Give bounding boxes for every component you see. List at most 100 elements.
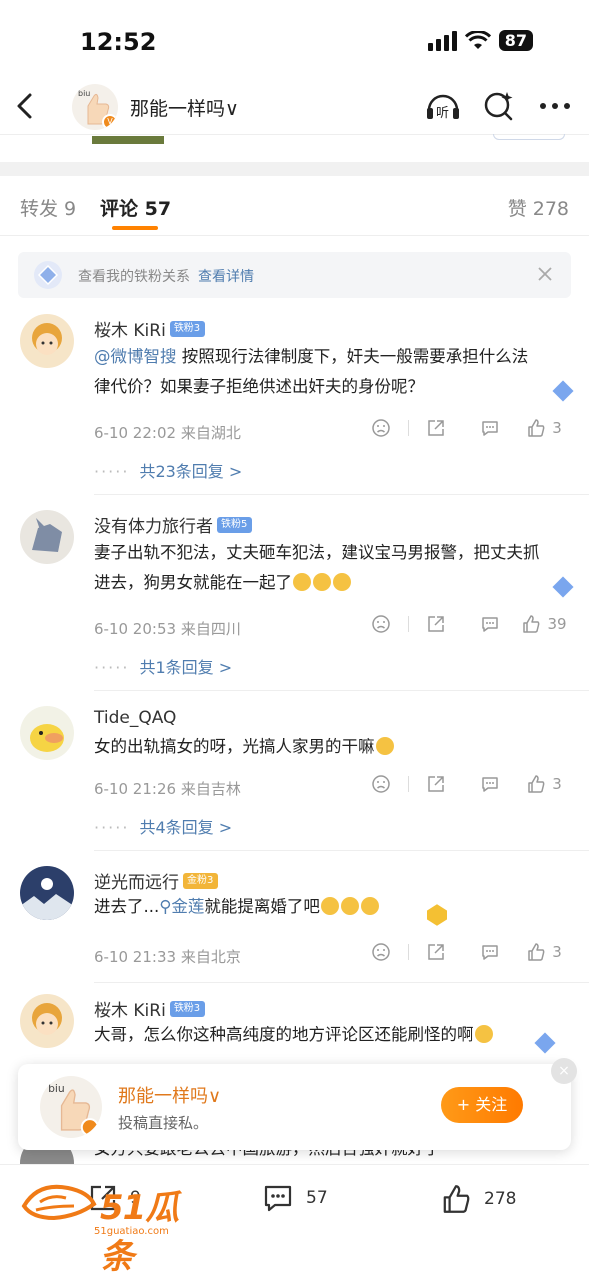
comment-meta: 6-10 22:02 来自湖北 <box>94 424 241 442</box>
thumbs-up-icon <box>443 1185 470 1213</box>
status-time: 12:52 <box>80 28 157 56</box>
close-icon[interactable] <box>535 264 555 284</box>
vip-diamond-icon <box>531 1029 559 1057</box>
author-name[interactable]: 那能一样吗∨ <box>130 94 239 121</box>
share-icon[interactable] <box>409 418 463 438</box>
commenter-avatar[interactable] <box>20 866 74 920</box>
fan-level-badge: 铁粉3 <box>169 321 206 337</box>
smart-search-icon[interactable] <box>481 90 517 122</box>
laughing-emoji-icon <box>320 896 339 915</box>
thumbs-up-icon <box>528 943 545 961</box>
dislike-face-icon[interactable] <box>354 774 408 794</box>
tab-forward[interactable]: 转发 9 <box>20 194 76 221</box>
share-icon[interactable] <box>409 614 463 634</box>
reply-comment-icon[interactable] <box>463 418 517 438</box>
comment-actions: 3 <box>354 942 571 962</box>
reply-comment-icon[interactable] <box>463 614 517 634</box>
comment-count: 57 <box>306 1188 328 1208</box>
comment-icon <box>264 1185 292 1212</box>
reply-comment-icon[interactable] <box>463 774 517 794</box>
author-avatar[interactable]: biu <box>40 1076 102 1138</box>
comment-line: 妻子出轨不犯法，丈夫砸车犯法，建议宝马男报警，把丈夫抓 <box>94 543 540 562</box>
watermark-logo-icon <box>21 1184 97 1221</box>
author-name[interactable]: 那能一样吗∨ <box>118 1082 221 1108</box>
comment-actions: 39 <box>354 614 571 634</box>
nav-actions: 听 <box>425 90 573 122</box>
comment-meta: 6-10 21:26 来自吉林 <box>94 780 241 798</box>
commenter-avatar[interactable] <box>20 994 74 1048</box>
author-avatar[interactable]: biu V <box>72 84 118 130</box>
comment-text: 大哥，怎么你这种高纯度的地方评论区还能刷怪的啊 <box>90 1018 564 1050</box>
divider <box>94 982 589 983</box>
tab-likes[interactable]: 赞 278 <box>508 194 569 221</box>
commenter-avatar[interactable] <box>20 314 74 368</box>
like-button[interactable]: 39 <box>517 614 571 634</box>
thumbs-up-icon <box>528 419 545 437</box>
comment-line: 就能提离婚了吧 <box>204 897 320 916</box>
doge-emoji-icon <box>293 572 311 591</box>
comment-text: 进去了...⚲金莲就能提离婚了吧 <box>90 890 564 922</box>
commenter-avatar[interactable] <box>20 510 74 564</box>
divider <box>94 690 589 691</box>
divider <box>94 494 589 495</box>
listen-headphones-icon[interactable]: 听 <box>425 90 461 122</box>
dislike-face-icon[interactable] <box>354 942 408 962</box>
comment-line: 进去，狗男女就能在一起了 <box>94 573 292 592</box>
follow-author-card: biu 那能一样吗∨ 投稿直接私。 + 关注 × <box>18 1058 577 1150</box>
commenter-name[interactable]: 桜木 KiRi 铁粉3 <box>94 316 206 341</box>
comment-button[interactable]: 57 <box>262 1183 328 1213</box>
fan-bar-label: 查看我的铁粉关系 <box>78 269 190 285</box>
reply-comment-icon[interactable] <box>463 942 517 962</box>
signal-icon <box>427 30 457 51</box>
laughing-emoji-icon <box>340 896 359 915</box>
mention-link[interactable]: @微博智搜 <box>94 347 177 366</box>
status-bar: 12:52 87 <box>0 0 589 80</box>
laughing-emoji-icon <box>474 1024 493 1043</box>
fan-bar-link[interactable]: 查看详情 <box>198 269 254 285</box>
doge-emoji-icon <box>313 572 331 591</box>
commenter-name[interactable]: 没有体力旅行者 铁粉5 <box>94 512 253 537</box>
like-button[interactable]: 3 <box>517 942 571 962</box>
comment-line: 律代价？如果妻子拒绝供述出奸夫的身份呢？ <box>94 377 424 396</box>
thumbs-up-icon <box>523 615 540 633</box>
like-button[interactable]: 278 <box>440 1183 516 1215</box>
view-replies-link[interactable]: ····· 共1条回复 > <box>94 654 232 678</box>
back-arrow-icon[interactable] <box>14 92 36 120</box>
section-separator <box>0 162 589 176</box>
share-icon[interactable] <box>409 942 463 962</box>
commenter-name[interactable]: Tide_QAQ <box>94 708 176 728</box>
dislike-face-icon[interactable] <box>354 614 408 634</box>
fan-relationship-bar[interactable]: 查看我的铁粉关系 查看详情 <box>18 252 571 298</box>
laughing-emoji-icon <box>360 896 379 915</box>
more-options-icon[interactable] <box>537 90 573 122</box>
like-count: 3 <box>552 419 562 437</box>
author-bio: 投稿直接私。 <box>118 1114 209 1132</box>
share-icon[interactable] <box>409 774 463 794</box>
commenter-name[interactable]: 桜木 KiRi 铁粉3 <box>94 996 206 1021</box>
commenter-name[interactable]: 逆光而远行 金粉3 <box>94 868 219 893</box>
battery-indicator: 87 <box>498 30 533 51</box>
diamond-icon <box>34 261 62 289</box>
follow-button[interactable]: + 关注 <box>441 1087 523 1123</box>
like-count: 3 <box>552 943 562 961</box>
comment-actions: 3 <box>354 774 571 794</box>
like-button[interactable]: 3 <box>517 774 571 794</box>
view-replies-link[interactable]: ····· 共4条回复 > <box>94 814 232 838</box>
comment-text: 妻子出轨不犯法，丈夫砸车犯法，建议宝马男报警，把丈夫抓 进去，狗男女就能在一起了 <box>90 536 570 598</box>
dislike-face-icon[interactable] <box>354 418 408 438</box>
divider <box>94 850 589 851</box>
fan-bar-text: 查看我的铁粉关系 查看详情 <box>78 266 254 286</box>
commenter-avatar[interactable] <box>20 706 74 760</box>
laughing-emoji-icon <box>375 736 394 755</box>
like-button[interactable]: 3 <box>517 418 571 438</box>
fan-level-badge: 铁粉5 <box>217 517 253 533</box>
post-card-remnant <box>493 134 565 140</box>
vip-diamond-icon <box>549 377 577 405</box>
like-count: 39 <box>547 615 567 633</box>
top-navigation: biu V 那能一样吗∨ 听 <box>0 80 589 135</box>
close-icon[interactable]: × <box>551 1058 577 1084</box>
tab-comments[interactable]: 评论 57 <box>100 194 171 221</box>
view-replies-link[interactable]: ····· 共23条回复 > <box>94 458 242 482</box>
verified-badge-icon: V <box>102 114 118 130</box>
search-term-link[interactable]: ⚲金莲 <box>159 897 204 916</box>
